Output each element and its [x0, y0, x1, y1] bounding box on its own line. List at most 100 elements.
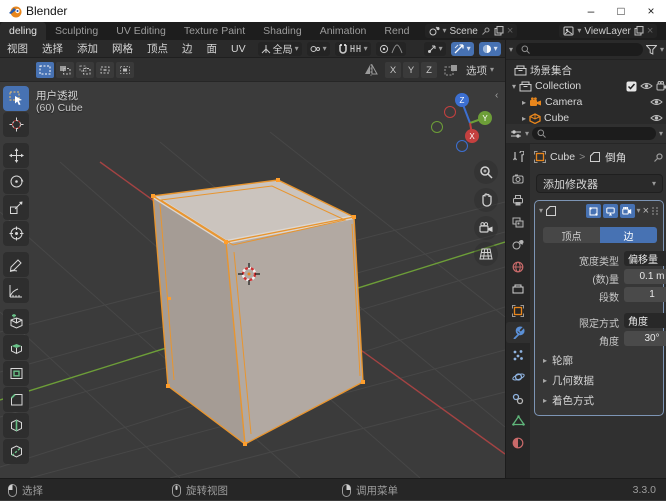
editor-type-chevron-icon[interactable]: ▾ [509, 45, 513, 54]
hide-eye-icon[interactable] [650, 113, 663, 123]
viewport-3d[interactable]: Z Y X 用户透视 (60) Cube ‹ [0, 82, 505, 478]
tool-inset-faces[interactable] [3, 361, 29, 386]
menu-vertex[interactable]: 顶点 [140, 41, 175, 56]
menu-edge[interactable]: 边 [175, 41, 200, 56]
breadcrumb-object[interactable]: Cube [550, 151, 575, 163]
new-view-layer-icon[interactable] [634, 26, 644, 36]
tool-bevel[interactable] [3, 387, 29, 412]
menu-uv[interactable]: UV [224, 43, 253, 55]
hide-eye-icon[interactable] [640, 81, 653, 91]
mirror-x-toggle[interactable]: X [385, 62, 401, 78]
pan-view-button[interactable] [474, 188, 498, 212]
view-layer-selector[interactable]: ▾ ViewLayer × [559, 24, 658, 38]
workspace-tab-modeling[interactable]: deling [0, 22, 47, 40]
menu-face[interactable]: 面 [200, 41, 225, 56]
outliner-row-collection[interactable]: ▾ Collection [506, 78, 666, 94]
tab-render[interactable] [506, 168, 530, 189]
tab-object-constraints[interactable] [506, 388, 530, 409]
navigation-gizmo[interactable]: Z Y X [431, 93, 493, 152]
select-mode-invert-button[interactable] [96, 62, 114, 78]
cube-object[interactable] [151, 178, 365, 446]
display-in-viewport-toggle[interactable] [602, 204, 618, 218]
affect-vertices-tab[interactable]: 顶点 [543, 227, 600, 243]
workspace-tab-sculpting[interactable]: Sculpting [46, 22, 107, 40]
tool-transform[interactable] [3, 221, 29, 246]
gizmo-minus-y-axis[interactable] [431, 121, 443, 133]
menu-view[interactable]: 视图 [0, 41, 35, 56]
gizmo-minus-x-axis[interactable] [444, 106, 456, 118]
proportional-editing-controls[interactable] [375, 41, 406, 56]
add-modifier-button[interactable]: 添加修改器 ▾ [536, 174, 663, 193]
amount-field[interactable]: 0.1 m [624, 269, 666, 284]
tool-cursor[interactable] [3, 112, 29, 137]
menu-select[interactable]: 选择 [35, 41, 70, 56]
new-scene-icon[interactable] [494, 26, 504, 36]
tool-select-box[interactable] [3, 86, 29, 111]
mirror-y-toggle[interactable]: Y [403, 62, 419, 78]
affect-edges-tab[interactable]: 边 [600, 227, 657, 243]
sidebar-collapse-arrow[interactable]: ‹ [495, 90, 498, 101]
tool-knife[interactable] [3, 439, 29, 464]
close-button[interactable]: × [636, 0, 666, 22]
tool-add-cube[interactable] [3, 309, 29, 334]
drag-grip-icon[interactable] [651, 206, 659, 216]
outliner-search-input[interactable] [516, 43, 643, 56]
tool-loop-cut[interactable] [3, 413, 29, 438]
hide-eye-icon[interactable] [650, 97, 663, 107]
section-shading[interactable]: ▸ 着色方式 [543, 393, 657, 408]
tab-object-data[interactable] [506, 410, 530, 431]
collapse-chevron-icon[interactable]: ▾ [539, 207, 543, 215]
menu-add[interactable]: 添加 [70, 41, 105, 56]
tab-particles[interactable] [506, 344, 530, 365]
delete-modifier-icon[interactable]: × [643, 205, 649, 217]
tab-physics[interactable] [506, 366, 530, 387]
select-mode-subtract-button[interactable] [76, 62, 94, 78]
mirror-z-toggle[interactable]: Z [421, 62, 437, 78]
transform-orientation-dropdown[interactable]: 全局 ▾ [257, 41, 302, 56]
filter-funnel-icon[interactable] [645, 44, 657, 55]
snap-controls[interactable]: ▾ [334, 41, 371, 56]
select-mode-set-button[interactable] [36, 62, 54, 78]
tool-rotate[interactable] [3, 169, 29, 194]
tool-options-dropdown[interactable]: 选项 ▾ [466, 62, 494, 78]
workspace-tab-animation[interactable]: Animation [311, 22, 376, 40]
modifier-extras-chevron-icon[interactable]: ▾ [637, 207, 641, 215]
camera-view-button[interactable] [474, 216, 498, 240]
disable-render-camera-icon[interactable] [656, 81, 666, 91]
limit-method-dropdown[interactable]: 角度 ▾ [624, 313, 666, 328]
tab-world[interactable] [506, 256, 530, 277]
pivot-point-dropdown[interactable]: ▾ [306, 41, 330, 56]
section-geometry[interactable]: ▸ 几何数据 [543, 373, 657, 388]
menu-mesh[interactable]: 网格 [105, 41, 140, 56]
properties-editor-icon[interactable] [510, 129, 522, 139]
viewport-shading-toggle[interactable]: ▾ [478, 41, 501, 56]
checkbox-icon[interactable] [626, 81, 637, 92]
outliner-row-camera[interactable]: ▸ Camera [506, 94, 666, 110]
select-mode-extend-button[interactable] [56, 62, 74, 78]
scene-selector[interactable]: ▾ Scene × [424, 24, 518, 38]
segments-field[interactable]: 1 [624, 287, 666, 302]
workspace-tab-uv-editing[interactable]: UV Editing [107, 22, 175, 40]
xray-toggle[interactable]: ▾ [450, 41, 474, 56]
expand-arrow-icon[interactable]: ▸ [522, 114, 526, 123]
tab-tool[interactable] [506, 146, 530, 167]
select-mode-intersect-button[interactable] [116, 62, 134, 78]
tab-material[interactable] [506, 432, 530, 453]
breadcrumb-modifier[interactable]: 倒角 [605, 150, 626, 165]
tab-collection-properties[interactable] [506, 278, 530, 299]
display-in-render-toggle[interactable] [619, 204, 635, 218]
tool-annotate[interactable] [3, 252, 29, 277]
tool-extrude-region[interactable] [3, 335, 29, 360]
pin-icon[interactable] [481, 26, 491, 36]
tab-output[interactable] [506, 190, 530, 211]
show-gizmo-dropdown[interactable]: ▾ [423, 41, 446, 56]
width-type-dropdown[interactable]: 偏移量 ▾ [624, 251, 666, 266]
tab-view-layer[interactable] [506, 212, 530, 233]
maximize-button[interactable]: □ [606, 0, 636, 22]
workspace-tab-texture-paint[interactable]: Texture Paint [175, 22, 254, 40]
tool-scale[interactable] [3, 195, 29, 220]
outliner-row-scene-collection[interactable]: 场景集合 [506, 62, 666, 78]
pin-icon[interactable] [653, 152, 664, 163]
section-profile[interactable]: ▸ 轮廓 [543, 353, 657, 368]
expand-arrow-icon[interactable]: ▸ [522, 98, 526, 107]
